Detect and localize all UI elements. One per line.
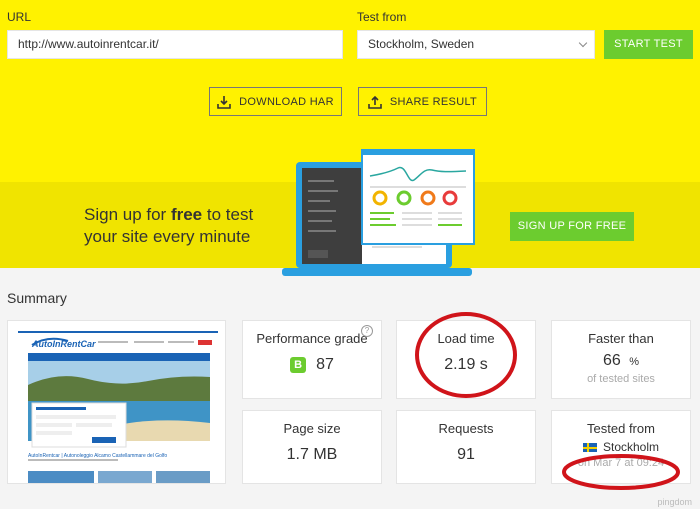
url-label: URL <box>7 10 32 24</box>
sweden-flag-icon <box>582 443 597 453</box>
tested-from-card: Tested from Stockholm on Mar 7 at 09:24 <box>551 410 691 484</box>
faster-than-unit: % <box>629 356 640 368</box>
url-input[interactable]: http://www.autoinrentcar.it/ <box>7 30 343 59</box>
sign-up-button[interactable]: SIGN UP FOR FREE <box>510 212 634 241</box>
tested-from-date: on Mar 7 at 09:24 <box>577 457 665 469</box>
share-result-label: SHARE RESULT <box>389 95 478 108</box>
test-from-select[interactable]: Stockholm, Sweden <box>357 30 595 59</box>
faster-than-card: Faster than 66 % of tested sites <box>551 320 691 399</box>
download-icon <box>217 95 231 109</box>
load-time-label: Load time <box>437 331 495 346</box>
pingdom-watermark: pingdom <box>657 497 692 507</box>
page-size-card: Page size 1.7 MB <box>242 410 382 484</box>
site-screenshot-thumbnail: AutoInRentCar AutoInRentcar | Autonolegg… <box>7 320 226 484</box>
help-icon[interactable]: ? <box>361 325 373 337</box>
grade-badge: B <box>290 356 307 373</box>
promo-text: Sign up for free to test your site every… <box>84 204 253 248</box>
page-size-value: 1.7 MB <box>286 446 338 463</box>
site-caption: AutoInRentcar | Autonoleggio Alcamo Cast… <box>28 453 168 459</box>
chevron-down-icon <box>578 38 588 48</box>
performance-grade-card: Performance grade ? B 87 <box>242 320 382 399</box>
performance-grade-label: Performance grade <box>256 331 368 346</box>
download-har-label: DOWNLOAD HAR <box>239 95 334 108</box>
load-time-value: 2.19 s <box>444 356 488 373</box>
faster-than-label: Faster than <box>588 331 654 346</box>
site-logo-text: AutoInRentCar <box>32 339 96 349</box>
dashboard-laptop-illustration <box>282 149 475 276</box>
test-from-value: Stockholm, Sweden <box>368 37 475 51</box>
promo-line1-pre: Sign up for <box>84 205 171 224</box>
performance-score: 87 <box>316 356 334 373</box>
promo-line1-bold: free <box>170 205 203 224</box>
share-icon <box>368 95 382 109</box>
test-from-label: Test from <box>357 10 407 24</box>
promo-line1-post: to test <box>202 205 254 224</box>
page-size-label: Page size <box>283 421 341 436</box>
requests-value: 91 <box>457 446 475 463</box>
tested-from-label: Tested from <box>587 421 655 436</box>
promo-line2: your site every minute <box>84 227 251 246</box>
tested-from-location: Stockholm <box>602 440 660 454</box>
share-result-button[interactable]: SHARE RESULT <box>358 87 487 116</box>
faster-than-value: 66 <box>602 352 621 369</box>
summary-title: Summary <box>7 290 67 306</box>
requests-label: Requests <box>438 421 494 436</box>
load-time-card: Load time 2.19 s <box>396 320 536 399</box>
requests-card: Requests 91 <box>396 410 536 484</box>
download-har-button[interactable]: DOWNLOAD HAR <box>209 87 342 116</box>
start-test-button[interactable]: START TEST <box>604 30 693 59</box>
faster-than-sub: of tested sites <box>587 373 655 385</box>
